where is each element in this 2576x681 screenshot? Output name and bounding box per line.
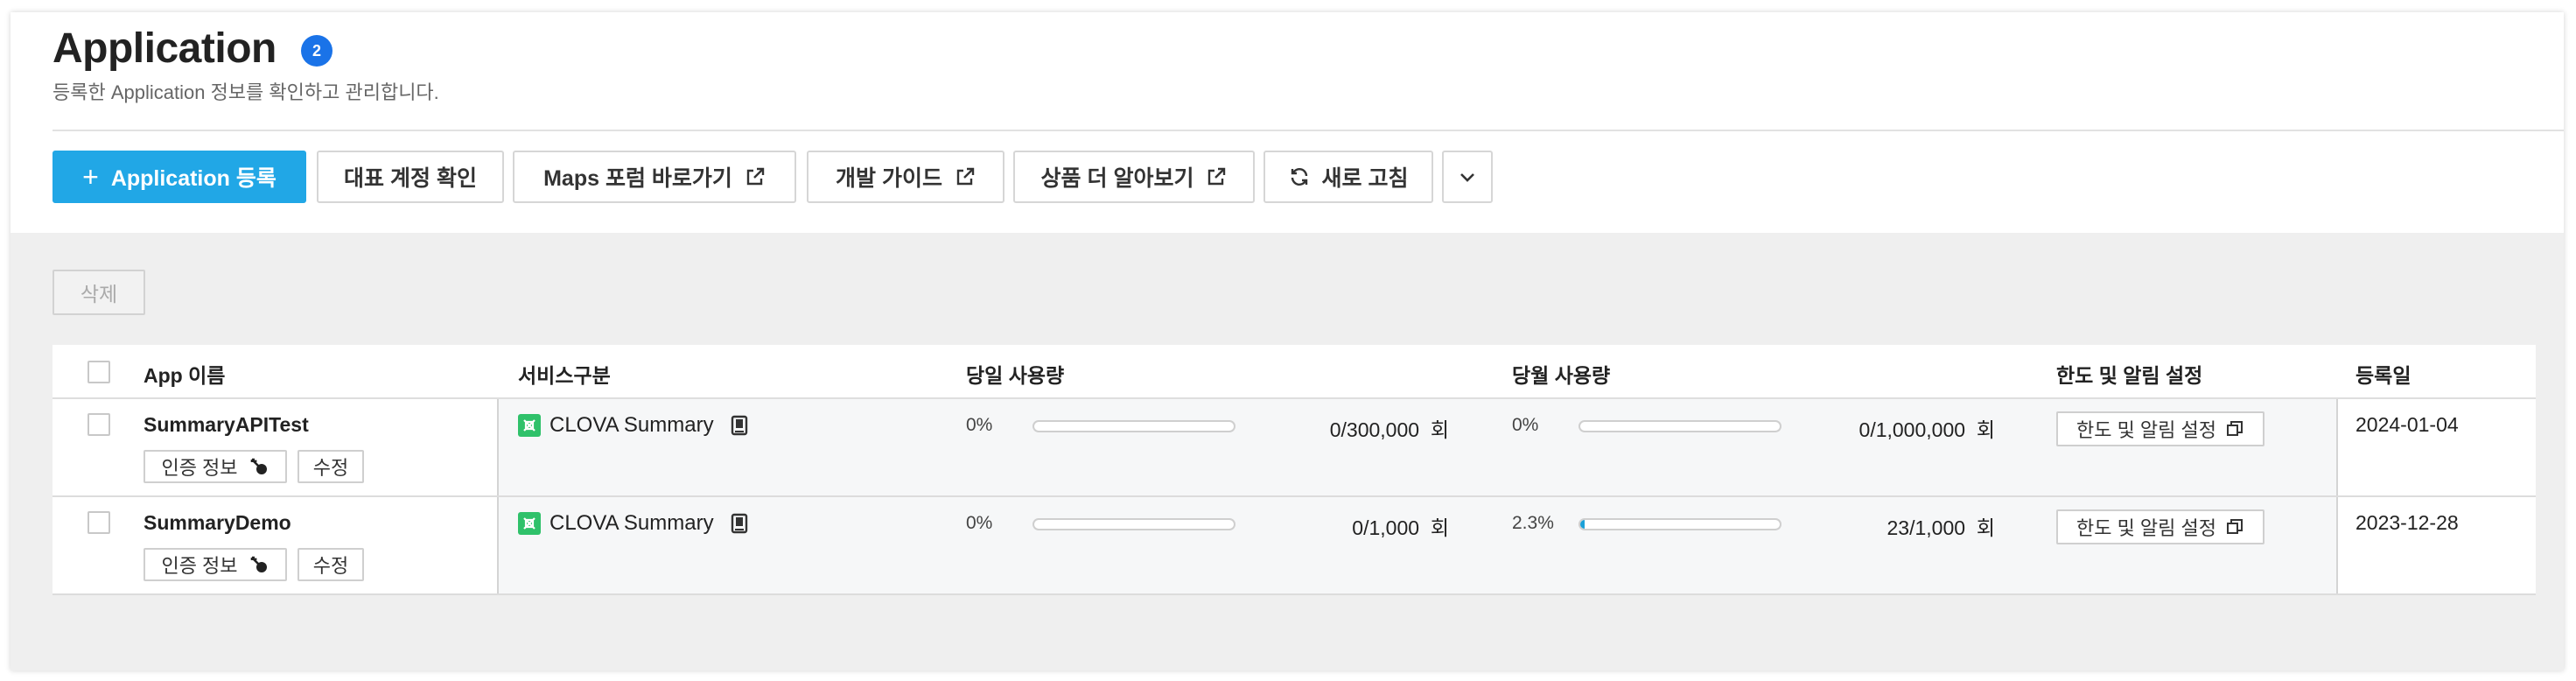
column-header: 당일 사용량 <box>966 364 1065 387</box>
chevron-down-icon <box>1460 173 1474 182</box>
daily-usage-percent: 0% <box>966 513 993 533</box>
limit-settings-button[interactable]: 한도 및 알림 설정 <box>2056 411 2264 446</box>
daily-usage-count: 0/300,000 <box>1329 418 1420 441</box>
registration-date: 2023-12-28 <box>2356 511 2459 534</box>
popup-window-icon <box>2227 519 2244 534</box>
monthly-usage-percent: 0% <box>1512 415 1539 435</box>
registration-date: 2024-01-04 <box>2356 413 2459 436</box>
document-icon[interactable] <box>730 513 749 534</box>
popup-window-icon <box>2227 421 2244 436</box>
auth-info-button[interactable]: 인증 정보 <box>144 450 287 483</box>
app-name-cell: SummaryDemo 인증 정보 수정 <box>52 497 499 593</box>
document-icon[interactable] <box>730 415 749 436</box>
page-title: Application <box>52 25 276 72</box>
column-header: 당월 사용량 <box>1512 364 1611 387</box>
service-cell: CLOVA Summary <box>518 511 749 536</box>
column-header: 한도 및 알림 설정 <box>2056 364 2203 387</box>
monthly-usage-percent: 2.3% <box>1512 513 1554 533</box>
product-info-label: 상품 더 알아보기 <box>1040 166 1194 191</box>
app-name: SummaryDemo <box>144 511 291 534</box>
monthly-usage-value: 23/1,000 회 <box>1887 511 1995 541</box>
refresh-icon <box>1291 168 1307 186</box>
limit-settings-button[interactable]: 한도 및 알림 설정 <box>2056 509 2264 544</box>
content-area: 삭제 App 이름 서비스구분 당일 사용량 당월 사용량 한도 및 알림 설정… <box>10 233 2564 670</box>
application-table: App 이름 서비스구분 당일 사용량 당월 사용량 한도 및 알림 설정 등록… <box>52 345 2536 595</box>
toolbar: + Application 등록 대표 계정 확인 Maps 포럼 바로가기 개… <box>10 131 2564 233</box>
product-info-button[interactable]: 상품 더 알아보기 <box>1013 151 1255 203</box>
limit-settings-label: 한도 및 알림 설정 <box>2076 419 2217 441</box>
column-header: 서비스구분 <box>518 364 611 387</box>
service-name: CLOVA Summary <box>550 413 714 437</box>
page-header: Application 2 등록한 Application 정보를 확인하고 관… <box>10 12 2564 130</box>
monthly-usage-bar <box>1578 518 1782 530</box>
monthly-usage-value: 0/1,000,000 회 <box>1859 413 1995 443</box>
register-application-button[interactable]: + Application 등록 <box>52 151 306 203</box>
app-name-cell: SummaryAPITest 인증 정보 수정 <box>52 399 499 495</box>
account-check-button[interactable]: 대표 계정 확인 <box>317 151 504 203</box>
daily-usage-count: 0/1,000 <box>1352 516 1420 539</box>
more-options-button[interactable] <box>1442 151 1493 203</box>
dev-guide-button[interactable]: 개발 가이드 <box>807 151 1004 203</box>
key-icon <box>250 458 267 474</box>
account-check-label: 대표 계정 확인 <box>344 166 477 191</box>
row-checkbox[interactable] <box>88 413 110 436</box>
external-link-icon <box>1208 167 1226 186</box>
monthly-usage-unit: 회 <box>1976 516 1995 539</box>
daily-usage-bar <box>1032 420 1236 432</box>
table-row: SummaryAPITest 인증 정보 수정 CLOVA Summary 0%… <box>52 399 2536 497</box>
service-cell: CLOVA Summary <box>518 413 749 438</box>
table-header: App 이름 서비스구분 당일 사용량 당월 사용량 한도 및 알림 설정 등록… <box>52 345 2536 399</box>
monthly-usage-fill <box>1580 520 1586 529</box>
table-row: SummaryDemo 인증 정보 수정 CLOVA Summary 0% 0/… <box>52 497 2536 595</box>
refresh-label: 새로 고침 <box>1321 166 1409 191</box>
monthly-usage-bar <box>1578 420 1782 432</box>
daily-usage-value: 0/300,000 회 <box>1330 413 1449 443</box>
count-badge: 2 <box>301 35 332 67</box>
auth-info-label: 인증 정보 <box>161 555 238 577</box>
auth-info-label: 인증 정보 <box>161 457 238 479</box>
auth-info-button[interactable]: 인증 정보 <box>144 548 287 581</box>
select-all-checkbox[interactable] <box>88 361 110 383</box>
monthly-usage-count: 23/1,000 <box>1886 516 1966 539</box>
monthly-usage-unit: 회 <box>1976 418 1995 441</box>
clova-summary-icon <box>518 512 541 535</box>
edit-button[interactable]: 수정 <box>298 548 364 581</box>
edit-label: 수정 <box>312 457 349 479</box>
maps-forum-button[interactable]: Maps 포럼 바로가기 <box>513 151 796 203</box>
plus-icon: + <box>82 161 99 193</box>
clova-summary-icon <box>518 414 541 437</box>
row-checkbox[interactable] <box>88 511 110 534</box>
dev-guide-label: 개발 가이드 <box>836 166 942 191</box>
page-subtitle: 등록한 Application 정보를 확인하고 관리합니다. <box>52 81 439 103</box>
app-name: SummaryAPITest <box>144 413 309 436</box>
daily-usage-percent: 0% <box>966 415 993 435</box>
daily-usage-bar <box>1032 518 1236 530</box>
service-name: CLOVA Summary <box>550 511 714 535</box>
edit-label: 수정 <box>312 555 349 577</box>
key-icon <box>250 556 267 572</box>
external-link-icon <box>746 167 765 186</box>
daily-usage-unit: 회 <box>1430 418 1449 441</box>
maps-forum-label: Maps 포럼 바로가기 <box>543 166 732 191</box>
monthly-usage-count: 0/1,000,000 <box>1858 418 1966 441</box>
application-panel: Application 2 등록한 Application 정보를 확인하고 관… <box>10 12 2564 670</box>
external-link-icon <box>956 167 975 186</box>
refresh-button[interactable]: 새로 고침 <box>1264 151 1433 203</box>
register-button-label: Application 등록 <box>110 166 276 191</box>
edit-button[interactable]: 수정 <box>298 450 364 483</box>
delete-label: 삭제 <box>80 283 118 305</box>
limit-settings-label: 한도 및 알림 설정 <box>2076 517 2217 539</box>
column-header: 등록일 <box>2356 364 2412 387</box>
daily-usage-value: 0/1,000 회 <box>1352 511 1449 541</box>
daily-usage-unit: 회 <box>1430 516 1449 539</box>
delete-button[interactable]: 삭제 <box>52 270 145 315</box>
column-header: App 이름 <box>144 364 226 387</box>
